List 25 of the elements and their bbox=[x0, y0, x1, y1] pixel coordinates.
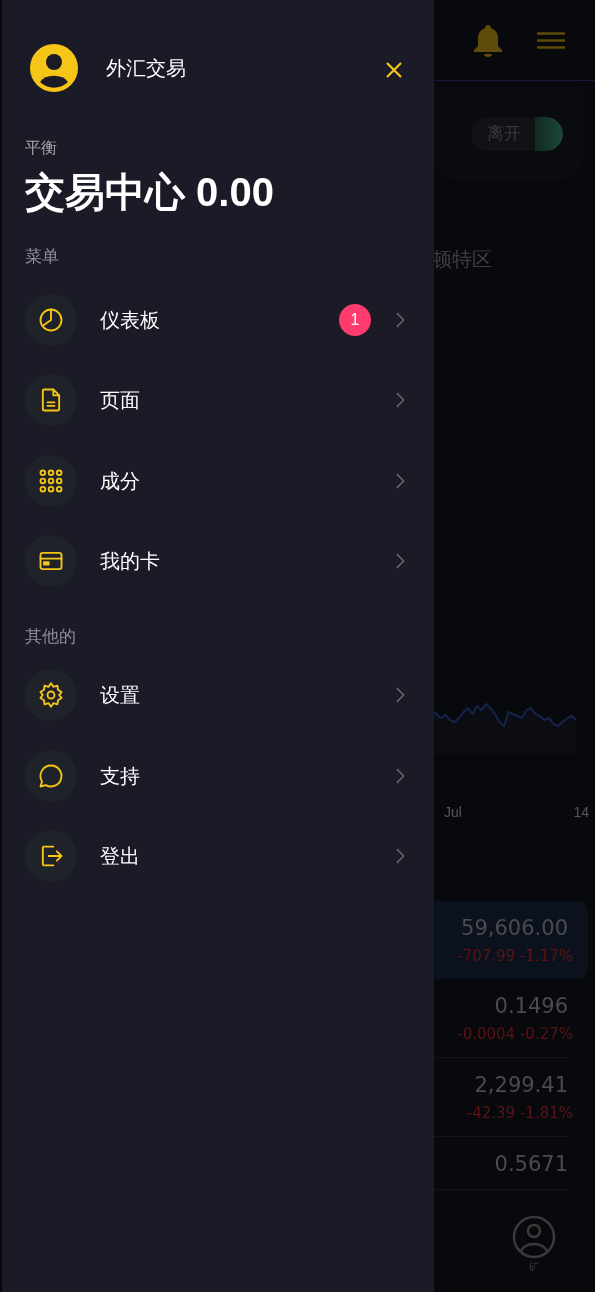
avatar-icon bbox=[30, 44, 78, 92]
balance-amount: 交易中心 0.00 bbox=[25, 169, 275, 216]
user-icon[interactable] bbox=[511, 1215, 556, 1259]
menu-item[interactable]: 仪表板 1 bbox=[25, 279, 411, 360]
menu-item[interactable]: 成分 bbox=[25, 440, 411, 521]
section-heading: 菜单 bbox=[25, 246, 60, 268]
menu-item[interactable]: 我的卡 bbox=[25, 521, 411, 602]
drawer-title: 外汇交易 bbox=[106, 56, 187, 81]
bell-icon[interactable] bbox=[473, 23, 503, 57]
menu-item[interactable]: 登出 bbox=[25, 816, 411, 897]
notification-badge: 1 bbox=[339, 303, 371, 336]
price-text: 0.5671 bbox=[493, 1151, 568, 1178]
menu-item[interactable]: 设置 bbox=[25, 655, 411, 736]
settings-icon bbox=[37, 681, 65, 710]
price-text: 59,606.00 bbox=[460, 915, 568, 942]
menu-item[interactable]: 页面 bbox=[25, 360, 411, 441]
section-heading: 其他的 bbox=[25, 625, 77, 648]
axis-label: 14 bbox=[573, 803, 589, 822]
menu-item[interactable]: 支持 bbox=[25, 735, 411, 816]
menu-icon[interactable] bbox=[537, 31, 565, 49]
axis-label: Jul bbox=[444, 803, 462, 822]
price-text: 0.1496 bbox=[493, 993, 568, 1020]
price-text: 2,299.41 bbox=[473, 1072, 568, 1099]
balance-label: 平衡 bbox=[25, 138, 58, 158]
price-change: -707.99 -1.17% bbox=[456, 946, 573, 967]
